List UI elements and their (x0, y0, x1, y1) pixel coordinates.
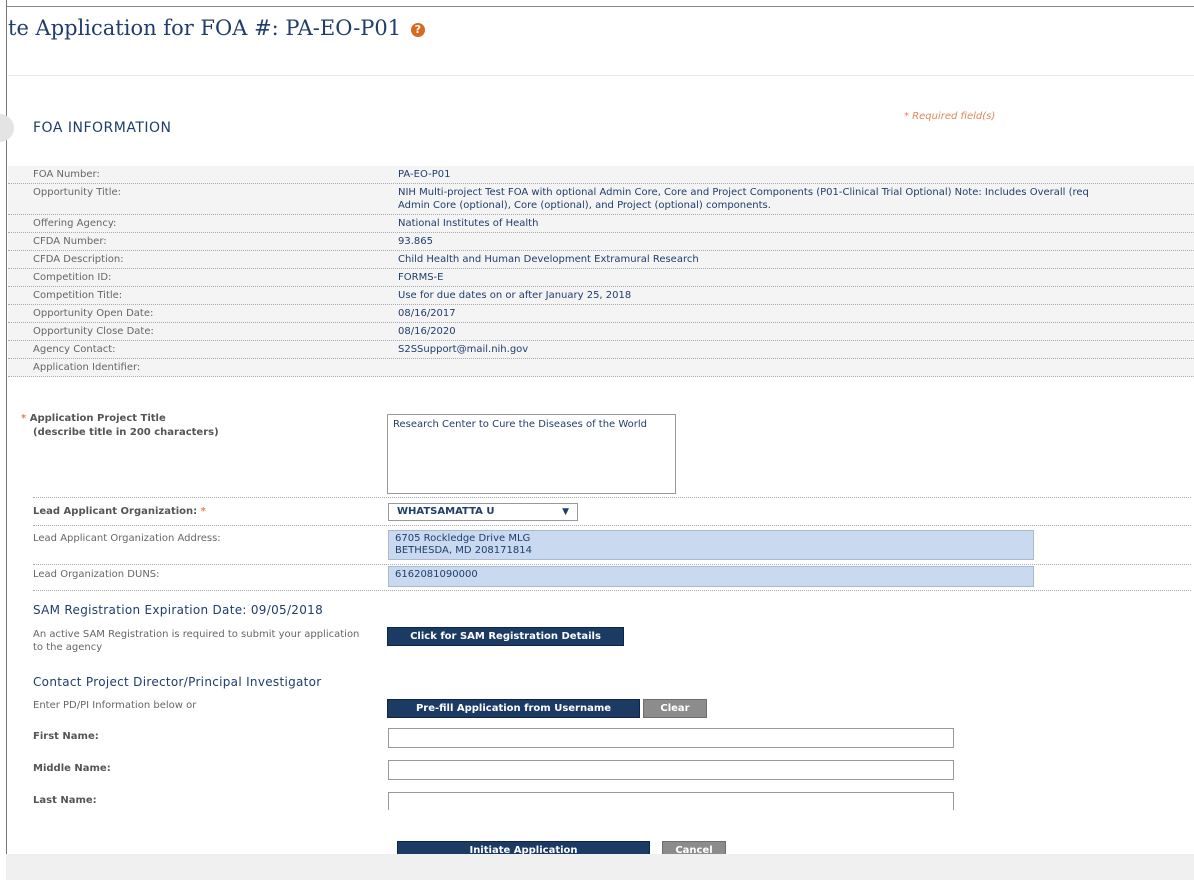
foa-label: CFDA Number: (33, 236, 107, 247)
pdpi-heading: Contact Project Director/Principal Inves… (33, 675, 322, 689)
window-top-border (0, 0, 1194, 7)
prefill-username-button[interactable]: Pre-fill Application from Username (387, 699, 640, 718)
middle-name-label: Middle Name: (33, 763, 111, 774)
foa-label: Opportunity Title: (33, 187, 121, 198)
lead-org-address-field: 6705 Rockledge Drive MLG BETHESDA, MD 20… (388, 530, 1034, 560)
foa-row-competition-title: Competition Title: Use for due dates on … (8, 287, 1194, 305)
clear-button[interactable]: Clear (643, 699, 707, 718)
pdpi-prompt: Enter PD/PI Information below or (33, 700, 197, 711)
section-tab-marker (0, 114, 14, 142)
title-divider (8, 75, 1194, 76)
project-title-textarea[interactable]: Research Center to Cure the Diseases of … (387, 414, 676, 494)
foa-label: Opportunity Open Date: (33, 308, 154, 319)
foa-value: 93.865 (398, 236, 433, 247)
foa-info-table: FOA Number: PA-EO-P01 Opportunity Title:… (8, 166, 1194, 377)
required-star: * (21, 413, 27, 424)
first-name-label: First Name: (33, 731, 99, 742)
foa-value: National Institutes of Health (398, 218, 539, 229)
foa-row-competition-id: Competition ID: FORMS-E (8, 269, 1194, 287)
required-fields-note: * Required field(s) (904, 111, 996, 122)
divider (33, 563, 1191, 565)
divider (33, 496, 1191, 498)
foa-row-cfda-description: CFDA Description: Child Health and Human… (8, 251, 1194, 269)
foa-value: S2SSupport@mail.nih.gov (398, 344, 529, 355)
foa-label: Competition Title: (33, 290, 123, 301)
foa-row-opportunity-title: Opportunity Title: NIH Multi-project Tes… (8, 184, 1194, 215)
foa-row-cfda-number: CFDA Number: 93.865 (8, 233, 1194, 251)
sam-note: An active SAM Registration is required t… (33, 629, 360, 653)
foa-label: CFDA Description: (33, 254, 124, 265)
foa-label: Opportunity Close Date: (33, 326, 154, 337)
foa-row-open-date: Opportunity Open Date: 08/16/2017 (8, 305, 1194, 323)
foa-value: FORMS-E (398, 272, 444, 283)
first-name-input[interactable] (388, 728, 954, 748)
foa-label: Offering Agency: (33, 218, 117, 229)
lead-org-select[interactable]: WHATSAMATTA U ▼ (388, 503, 578, 521)
lead-org-label: Lead Applicant Organization: * (33, 506, 206, 517)
duns-label: Lead Organization DUNS: (33, 569, 160, 580)
foa-label: Application Identifier: (33, 362, 141, 373)
project-title-hint: (describe title in 200 characters) (33, 427, 219, 438)
foa-row-application-identifier: Application Identifier: (8, 359, 1194, 377)
foa-value: Child Health and Human Development Extra… (398, 254, 699, 265)
page-footer-bar (6, 854, 1194, 880)
foa-value: NIH Multi-project Test FOA with optional… (398, 187, 1089, 211)
page-title: te Application for FOA #: PA-EO-P01 ? (8, 16, 425, 40)
foa-row-agency: Offering Agency: National Institutes of … (8, 215, 1194, 233)
last-name-label: Last Name: (33, 795, 97, 806)
last-name-input[interactable] (388, 792, 954, 810)
foa-row-number: FOA Number: PA-EO-P01 (8, 166, 1194, 184)
foa-row-agency-contact: Agency Contact: S2SSupport@mail.nih.gov (8, 341, 1194, 359)
chevron-down-icon: ▼ (562, 507, 569, 517)
foa-label: Competition ID: (33, 272, 112, 283)
sam-details-button[interactable]: Click for SAM Registration Details (387, 627, 624, 646)
foa-label: Agency Contact: (33, 344, 116, 355)
duns-field: 6162081090000 (388, 566, 1034, 587)
foa-value: 08/16/2017 (398, 308, 456, 319)
project-title-label: * Application Project Title (21, 413, 166, 424)
divider (33, 524, 1191, 526)
section-title: FOA INFORMATION (33, 120, 172, 136)
foa-label: FOA Number: (33, 169, 100, 180)
divider (33, 589, 1191, 591)
foa-value: Use for due dates on or after January 25… (398, 290, 632, 301)
foa-value: PA-EO-P01 (398, 169, 451, 180)
sam-expiration-heading: SAM Registration Expiration Date: 09/05/… (33, 603, 324, 617)
help-icon[interactable]: ? (410, 22, 425, 37)
lead-org-address-label: Lead Applicant Organization Address: (33, 533, 221, 544)
middle-name-input[interactable] (388, 760, 954, 780)
foa-value: 08/16/2020 (398, 326, 456, 337)
foa-row-close-date: Opportunity Close Date: 08/16/2020 (8, 323, 1194, 341)
